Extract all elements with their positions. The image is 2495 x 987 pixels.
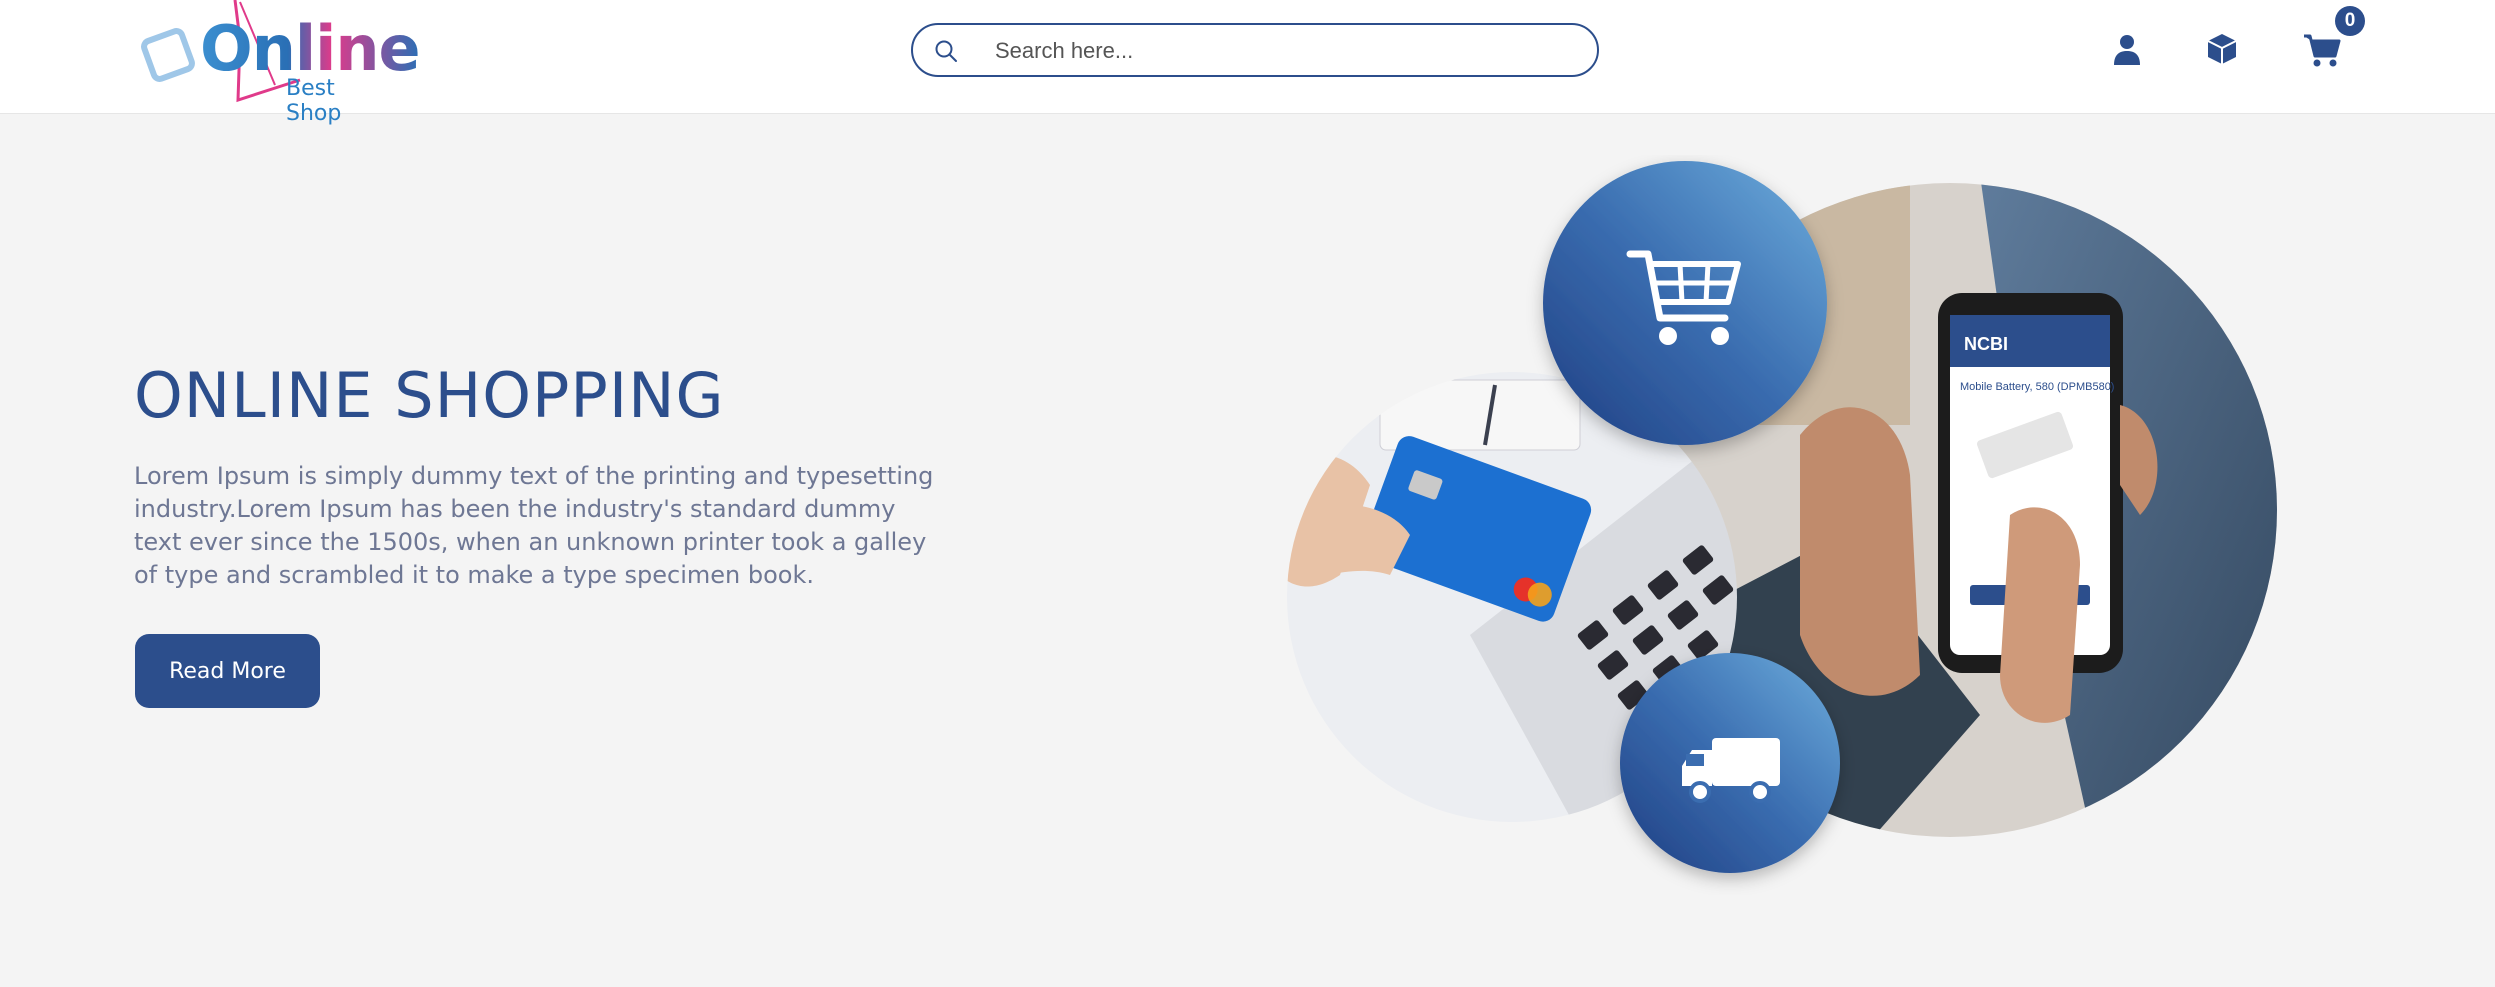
phone-product-title: Mobile Battery, 580 (DPMB580) [1960,381,2114,393]
cart-count-badge: 0 [2335,6,2365,36]
brand-logo[interactable]: Online Best Shop [140,0,421,126]
logo-wordmark: Online [200,12,421,85]
read-more-button[interactable]: Read More [135,634,320,708]
hero-description: Lorem Ipsum is simply dummy text of the … [134,462,934,589]
search-bar [911,23,1599,77]
hero-title: ONLINE SHOPPING [134,359,725,432]
cart-bubble [1543,161,1827,445]
logo-tagline: Best Shop [286,76,342,126]
box-icon[interactable] [2205,32,2239,66]
search-input[interactable] [995,35,1565,67]
search-icon[interactable] [933,38,959,64]
user-icon[interactable] [2110,32,2144,66]
hero-illustration: NCBI Mobile Battery, 580 (DPMB580) [1287,161,2277,873]
cart-icon[interactable] [2302,30,2342,70]
site-header: Online Best Shop 0 [0,0,2495,126]
delivery-bubble [1620,653,1840,873]
phone-app-logo: NCBI [1964,334,2008,354]
